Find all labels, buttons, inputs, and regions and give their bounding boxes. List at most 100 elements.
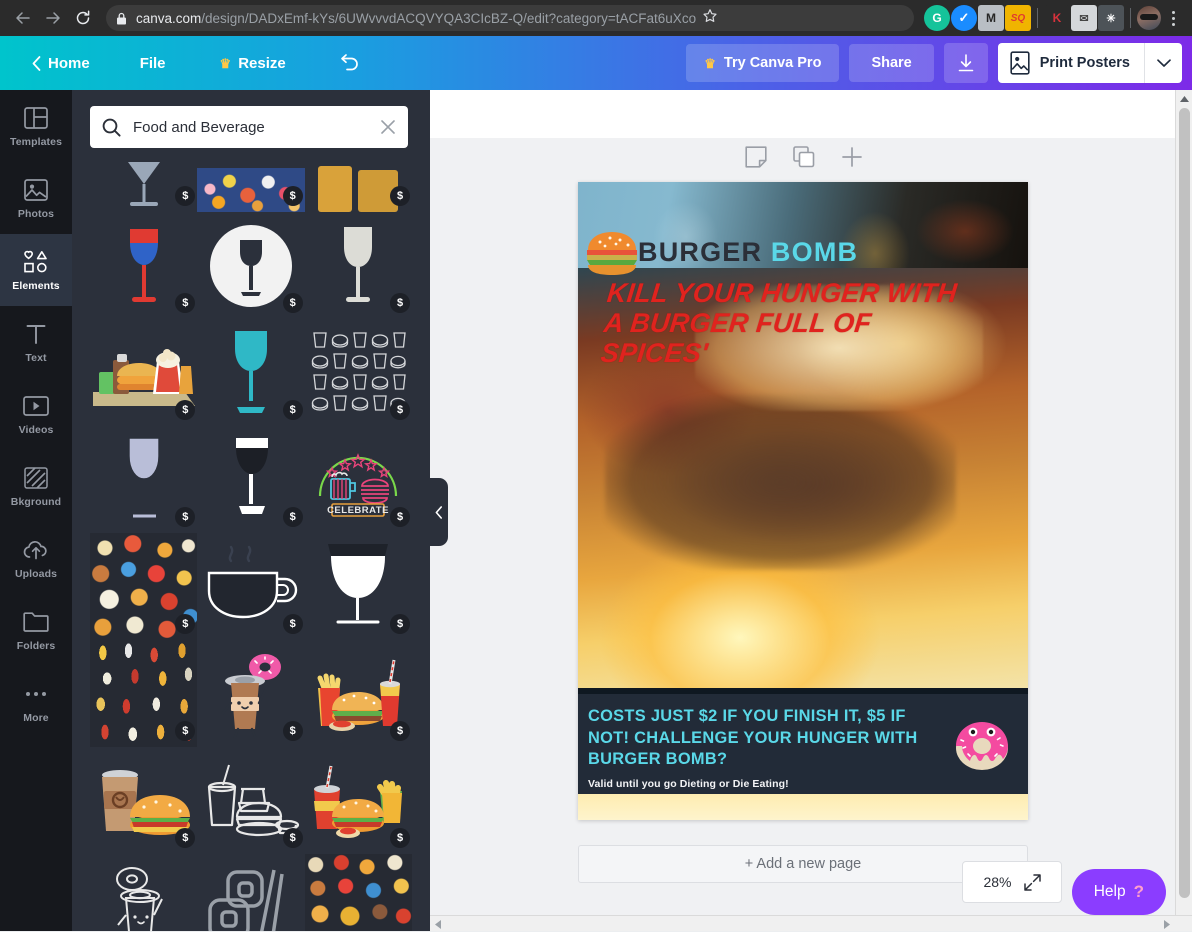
element-tile-martini-glass-grey[interactable]: $ [90,150,197,212]
wine-glass-circle-icon [209,224,293,308]
similarweb-extension-icon[interactable]: SQ [1005,5,1031,31]
collapse-panel-button[interactable] [430,478,448,546]
element-price-badge: $ [390,400,410,420]
scroll-up-arrow[interactable] [1176,90,1192,107]
beer-mug-icon [314,162,402,212]
try-canva-pro-button[interactable]: ♛ Try Canva Pro [686,44,839,82]
sidebar-item-photos[interactable]: Photos [0,162,72,234]
crown-icon: ♛ [220,57,232,70]
element-tile-wine-glass-teal[interactable]: $ [197,319,304,426]
search-input[interactable] [133,119,380,136]
chrome-menu-icon[interactable] [1162,11,1184,26]
vertical-scrollbar[interactable] [1175,90,1192,931]
celebrate-neon-icon: CELEBRATE [316,438,400,522]
add-page-button[interactable] [841,146,863,173]
toolbar-left-group: Home File ♛ Resize [0,36,373,90]
element-tile-wine-glass-red-blue[interactable]: $ [90,212,197,319]
canvas-topbar [430,90,1192,138]
element-tile-fast-food-platter[interactable]: $ [90,319,197,426]
element-tile-wine-glass-lavender[interactable]: $ [90,426,197,533]
sidebar-label-elements: Elements [12,280,60,292]
back-button[interactable] [8,3,38,33]
add-new-page-button[interactable]: + Add a new page [578,845,1028,883]
burger-logo-icon [584,226,640,278]
element-price-badge: $ [175,828,195,848]
blue-check-extension-icon[interactable]: ✓ [951,5,977,31]
resize-button[interactable]: ♛ Resize [206,47,300,80]
mailtrack-extension-icon[interactable]: M [978,5,1004,31]
element-tile-drink-cups-outline-grid[interactable]: $ [305,319,412,426]
element-tile-sushi-chopsticks-outline[interactable]: $ [197,854,304,931]
element-price-badge: $ [175,186,195,206]
poster-canvas[interactable]: BURGER BOMB KILL YOUR HUNGER WITH A BURG… [578,182,1028,820]
print-options-caret-button[interactable] [1144,43,1182,83]
duplicate-page-button[interactable] [793,146,815,173]
element-tile-junk-food-pattern-dark[interactable]: $ [90,533,197,640]
scroll-left-arrow[interactable] [430,916,446,932]
toolbar-right-group: ♛ Try Canva Pro Share Print Posters [686,43,1192,83]
element-tile-wine-glass-pale-grey[interactable]: $ [305,212,412,319]
evernote-extension-icon[interactable]: ✉ [1071,5,1097,31]
home-button[interactable]: Home [18,47,104,80]
text-icon [24,321,48,347]
element-tile-drinks-bottles-pattern[interactable]: $ [90,640,197,747]
search-bar[interactable] [90,106,408,148]
avatar[interactable] [1137,6,1161,30]
file-label: File [140,55,166,72]
asterisk-extension-icon[interactable]: ✳ [1098,5,1124,31]
element-tile-burger-combo-outline[interactable]: $ [197,747,304,854]
sidebar-item-elements[interactable]: Elements [0,234,72,306]
sidebar-item-uploads[interactable]: Uploads [0,522,72,594]
close-icon[interactable] [380,119,396,135]
forward-button[interactable] [38,3,68,33]
fit-to-screen-icon[interactable] [1024,874,1041,891]
videos-icon [23,393,49,419]
brand-second-word: BOMB [771,237,858,267]
kaspersky-extension-icon[interactable]: K [1044,5,1070,31]
element-tile-coffee-donut-character-outline[interactable]: $ [90,854,197,931]
scroll-right-arrow[interactable] [1159,916,1175,932]
undo-button[interactable] [324,46,373,80]
element-tile-food-pattern-blue[interactable]: $ [197,150,304,212]
address-bar[interactable]: canva.com/design/DADxEmf-kYs/6UWvvvdACQV… [106,5,914,31]
element-tile-burger-fries-soda-combo[interactable]: $ [305,640,412,747]
sidebar-item-bkground[interactable]: Bkground [0,450,72,522]
element-tile-wine-glass-black-white[interactable]: $ [197,426,304,533]
donut-icon [946,702,1018,778]
home-label: Home [48,55,90,72]
element-price-badge: $ [283,507,303,527]
file-menu-button[interactable]: File [126,47,180,80]
more-icon [26,681,46,707]
element-tile-burger-fries-soda-red[interactable]: $ [305,747,412,854]
canvas-area: BURGER BOMB KILL YOUR HUNGER WITH A BURG… [430,90,1192,931]
element-price-badge: $ [283,293,303,313]
vertical-scroll-thumb[interactable] [1179,108,1190,898]
element-tile-coffee-cup-outline[interactable]: $ [197,533,304,640]
grammarly-extension-icon[interactable]: G [924,5,950,31]
download-button[interactable] [944,43,988,83]
bookmark-star-icon[interactable] [702,8,718,29]
element-tile-fast-food-pattern-dark[interactable]: $ [305,854,412,931]
notes-icon [745,146,767,168]
notes-button[interactable] [745,146,767,173]
print-posters-button[interactable]: Print Posters [998,43,1144,83]
sidebar-item-templates[interactable]: Templates [0,90,72,162]
zoom-control[interactable]: 28% [962,861,1062,903]
sidebar-item-videos[interactable]: Videos [0,378,72,450]
share-button[interactable]: Share [849,44,933,82]
sidebar-item-more[interactable]: More [0,666,72,738]
download-icon [956,53,976,73]
help-button[interactable]: Help ? [1072,869,1166,915]
burger-fries-soda-icon [308,761,408,841]
element-tile-coffee-cup-donut-character[interactable]: $ [197,640,304,747]
element-tile-wine-glass-white-circle[interactable]: $ [197,212,304,319]
horizontal-scrollbar[interactable] [430,915,1192,931]
element-tile-coffee-and-burger[interactable]: $ [90,747,197,854]
sidebar-item-text[interactable]: Text [0,306,72,378]
sidebar-item-folders[interactable]: Folders [0,594,72,666]
try-pro-label: Try Canva Pro [724,55,822,71]
reload-button[interactable] [68,3,98,33]
element-tile-beer-mug-gold[interactable]: $ [305,150,412,212]
element-tile-wine-glass-white-flat[interactable]: $ [305,533,412,640]
element-tile-celebrate-neon-sign[interactable]: CELEBRATE $ [305,426,412,533]
